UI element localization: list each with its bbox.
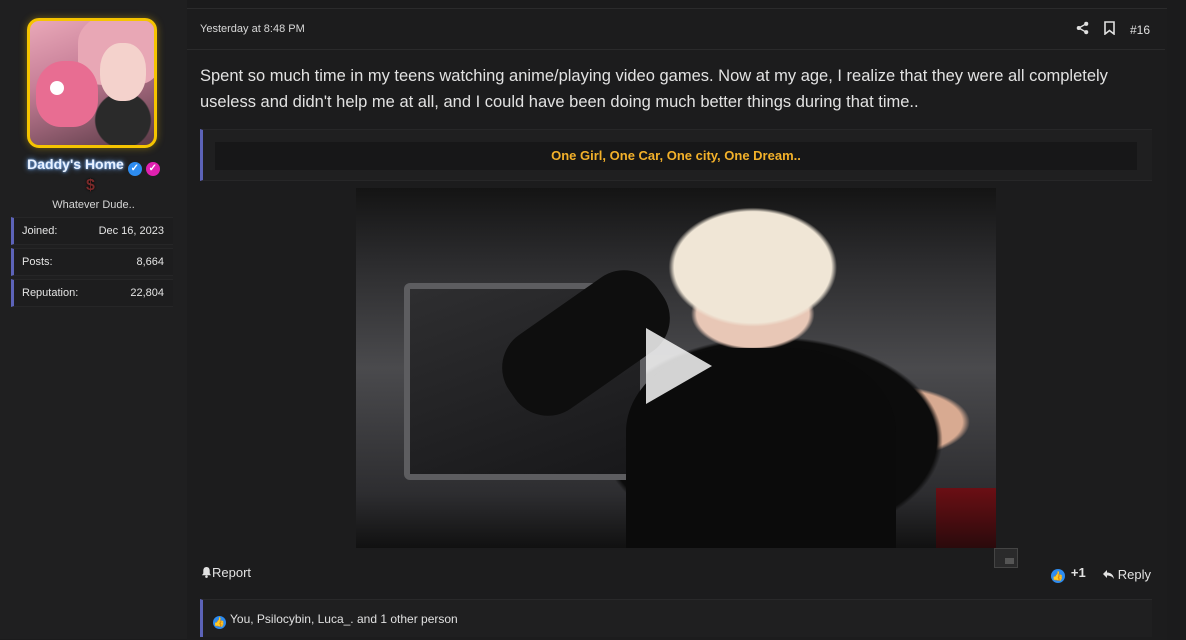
stat-label: Reputation: (22, 287, 79, 299)
stat-joined: Joined: Dec 16, 2023 (11, 217, 173, 245)
reply-label: Reply (1117, 566, 1151, 582)
post-header-actions: #16 (1076, 21, 1150, 38)
verified-badge-icon: ✓ (127, 162, 142, 176)
stat-reputation: Reputation: 22,804 (11, 279, 173, 307)
signature-quote: One Girl, One Car, One city, One Dream.. (215, 142, 1137, 170)
report-button[interactable]: Report (201, 565, 251, 580)
stat-label: Joined: (22, 225, 58, 237)
reply-button[interactable]: Reply (1102, 567, 1151, 582)
likes-summary-row[interactable]: 👍 You, Psilocybin, Luca_. and 1 other per… (213, 612, 458, 629)
signature-quote-block: One Girl, One Car, One city, One Dream.. (200, 129, 1152, 181)
user-sidebar: Daddy's Home ✓ ✓ $ Whatever Dude.. Joined:… (0, 0, 187, 639)
reaction-count: +1 (1070, 565, 1086, 580)
report-label: Report (212, 565, 252, 580)
post-footer: Report 👍 +1 Reply (201, 565, 1151, 583)
username[interactable]: Daddy's Home (27, 156, 124, 172)
stat-value: 22,804 (130, 287, 164, 299)
user-stats: Joined: Dec 16, 2023 Posts: 8,664 Reputa… (11, 217, 173, 310)
play-icon[interactable] (646, 328, 712, 404)
post-header: Yesterday at 8:48 PM #16 (187, 9, 1165, 50)
post-date[interactable]: Yesterday at 8:48 PM (200, 23, 305, 35)
stat-posts: Posts: 8,664 (11, 248, 173, 276)
bookmark-icon[interactable] (1103, 21, 1116, 38)
likes-bar: 👍 You, Psilocybin, Luca_. and 1 other per… (200, 599, 1152, 637)
stat-label: Posts: (22, 256, 53, 268)
bell-icon (201, 566, 212, 578)
dollar-icon: $ (86, 177, 95, 194)
reply-icon (1102, 569, 1114, 579)
post-number[interactable]: #16 (1130, 23, 1150, 37)
username-row: Daddy's Home ✓ ✓ (0, 156, 187, 176)
video-player[interactable] (356, 188, 996, 548)
post: Yesterday at 8:48 PM #16 Spent so much t… (187, 8, 1167, 640)
reactions: 👍 +1 Reply (1050, 565, 1151, 583)
post-body: Spent so much time in my teens watching … (200, 67, 1108, 111)
pink-badge-icon: ✓ (145, 162, 160, 176)
reaction-summary[interactable]: 👍 +1 (1050, 565, 1086, 583)
share-icon[interactable] (1076, 21, 1089, 38)
like-icon: 👍 (213, 616, 226, 629)
likes-summary: You, Psilocybin, Luca_. and 1 other pers… (230, 612, 458, 626)
avatar[interactable] (27, 18, 157, 148)
stat-value: Dec 16, 2023 (98, 225, 164, 237)
user-title: Whatever Dude.. (52, 199, 135, 211)
stat-value: 8,664 (136, 256, 164, 268)
like-icon: 👍 (1050, 569, 1065, 583)
